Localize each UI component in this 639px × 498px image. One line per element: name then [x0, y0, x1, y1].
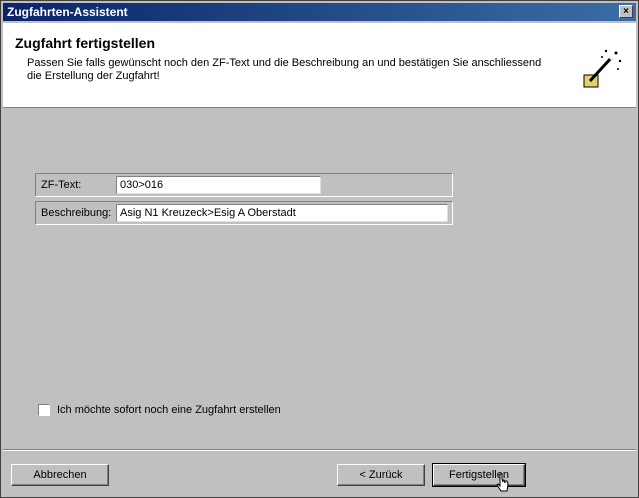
finish-button[interactable]: Fertigstellen: [432, 463, 526, 487]
beschreibung-input[interactable]: Asig N1 Kreuzeck>Esig A Oberstadt: [116, 204, 448, 222]
beschreibung-row: Beschreibung: Asig N1 Kreuzeck>Esig A Ob…: [35, 201, 453, 225]
wizard-header: Zugfahrt fertigstellen Passen Sie falls …: [3, 23, 636, 108]
page-title: Zugfahrt fertigstellen: [15, 35, 156, 51]
zf-text-input[interactable]: 030>016: [116, 176, 321, 194]
page-description: Passen Sie falls gewünscht noch den ZF-T…: [27, 57, 542, 82]
new-zugfahrt-checkbox[interactable]: [38, 404, 50, 416]
mouse-cursor-icon: [496, 473, 509, 492]
zf-text-label: ZF-Text:: [41, 179, 82, 191]
zf-text-row: ZF-Text: 030>016: [35, 173, 453, 197]
beschreibung-label: Beschreibung:: [41, 207, 112, 219]
title-bar[interactable]: Zugfahrten-Assistent ×: [3, 3, 636, 21]
magic-wand-icon: [583, 49, 622, 88]
footer-separator: [3, 449, 636, 451]
new-zugfahrt-checkbox-label[interactable]: Ich möchte sofort noch eine Zugfahrt ers…: [57, 404, 281, 416]
back-button[interactable]: < Zurück: [337, 464, 425, 486]
close-button[interactable]: ×: [619, 5, 633, 18]
wizard-content: ZF-Text: 030>016 Beschreibung: Asig N1 K…: [3, 108, 636, 448]
window-title: Zugfahrten-Assistent: [7, 5, 128, 19]
wizard-window: Zugfahrten-Assistent × Zugfahrt fertigst…: [0, 0, 639, 498]
cancel-button[interactable]: Abbrechen: [11, 464, 109, 486]
